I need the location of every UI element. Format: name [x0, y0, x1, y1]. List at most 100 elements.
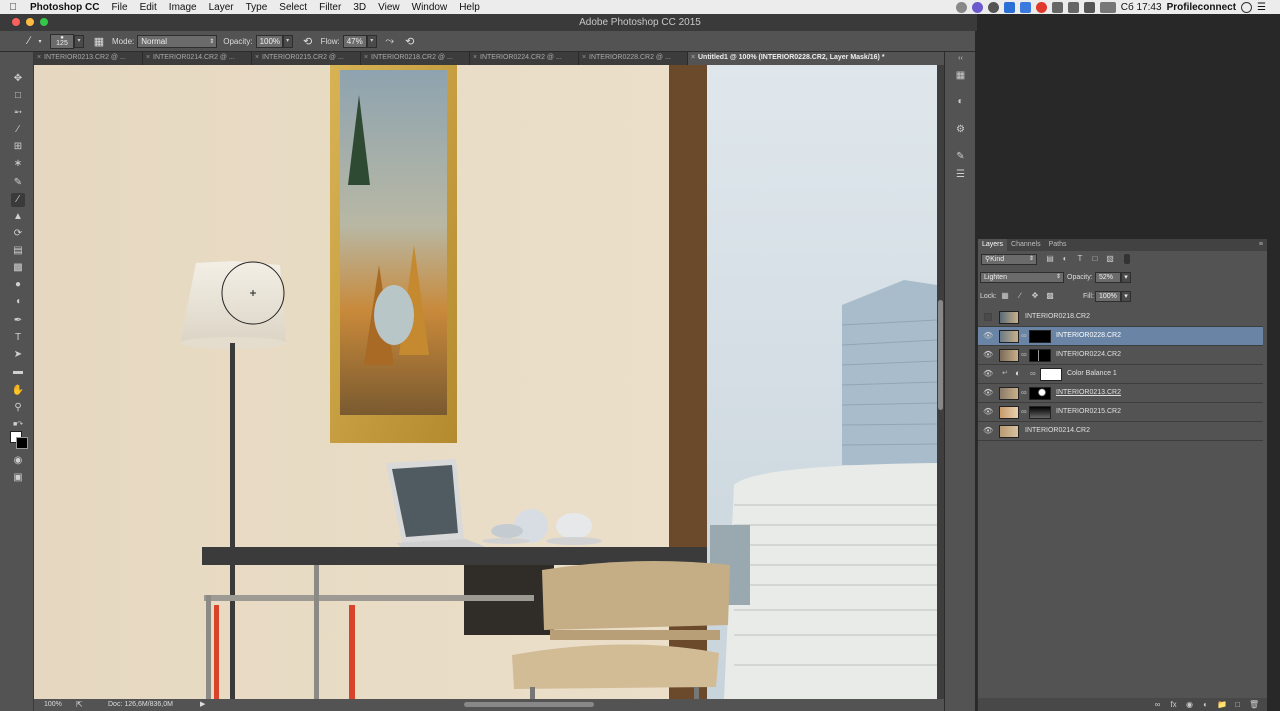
tab-interior0224[interactable]: × INTERIOR0224.CR2 @ ... [470, 52, 579, 65]
status-menu-arrow-icon[interactable]: ▶ [200, 700, 205, 708]
lock-position-icon[interactable]: ✥ [1030, 291, 1040, 301]
layer-mask-thumbnail[interactable] [1029, 330, 1051, 343]
paint-bucket-tool-icon[interactable]: ▩ [11, 261, 25, 275]
smart-object-filter-icon[interactable]: ▧ [1105, 254, 1115, 264]
layer-name[interactable]: Color Balance 1 [1067, 370, 1117, 377]
user-name[interactable]: Profileconnect [1167, 2, 1236, 13]
close-tab-icon[interactable]: × [582, 54, 586, 61]
layer-row[interactable]: 👁 ∞ INTERIOR0224.CR2 [978, 346, 1263, 365]
menu-file[interactable]: File [105, 2, 133, 13]
adjustments-panel-icon[interactable]: ◐ [954, 96, 967, 109]
tab-interior0213[interactable]: × INTERIOR0213.CR2 @ ... [34, 52, 143, 65]
quick-mask-icon[interactable]: ◉ [11, 454, 25, 468]
zoom-level[interactable]: 100% [44, 701, 62, 708]
layer-thumbnail[interactable] [999, 311, 1019, 324]
collapse-panels-icon[interactable]: ‹‹ [954, 55, 967, 68]
menu-edit[interactable]: Edit [134, 2, 163, 13]
layer-row[interactable]: 👁 ∞ INTERIOR0228.CR2 [978, 327, 1263, 346]
filter-kind-select[interactable]: ⚲Kind ⇕ [981, 254, 1037, 265]
preset-dropdown-icon[interactable]: ▾ [36, 38, 44, 45]
crop-tool-icon[interactable]: ⊞ [11, 140, 25, 154]
canvas-image[interactable] [34, 65, 937, 699]
layer-name[interactable]: INTERIOR0213.CR2 [1056, 389, 1121, 396]
tab-interior0218[interactable]: × INTERIOR0218.CR2 @ ... [361, 52, 470, 65]
properties-panel-icon[interactable]: ⚙ [954, 124, 967, 137]
pen-tool-icon[interactable]: ✒ [11, 314, 25, 328]
layer-name[interactable]: INTERIOR0224.CR2 [1056, 351, 1121, 358]
pressure-opacity-icon[interactable]: ⟲ [301, 35, 315, 48]
move-tool-icon[interactable]: ✥ [11, 72, 25, 86]
layer-opacity-dropdown[interactable]: ▾ [1121, 272, 1131, 283]
zoom-tool-icon[interactable]: ⚲ [11, 401, 25, 415]
menu-layer[interactable]: Layer [203, 2, 240, 13]
mode-select[interactable]: Normal ⇕ [137, 34, 218, 48]
layer-thumbnail[interactable] [999, 406, 1019, 419]
eye-icon[interactable]: 👁 [983, 426, 993, 436]
flow-input[interactable]: 47% [342, 34, 367, 48]
close-tab-icon[interactable]: × [255, 54, 259, 61]
layer-thumbnail[interactable] [999, 330, 1019, 343]
eye-icon[interactable]: 👁 [983, 350, 993, 360]
lasso-tool-icon[interactable]: ➵ [11, 106, 25, 120]
close-tab-icon[interactable]: × [364, 54, 368, 61]
history-brush-tool-icon[interactable]: ⟳ [11, 227, 25, 241]
layer-mask-thumbnail[interactable] [1029, 406, 1051, 419]
layer-name[interactable]: INTERIOR0218.CR2 [1025, 313, 1090, 320]
menu-window[interactable]: Window [406, 2, 454, 13]
horizontal-scroll-thumb[interactable] [464, 702, 594, 707]
share-icon[interactable]: ⇱ [76, 700, 83, 709]
default-colors-icon[interactable]: ■↷ [11, 418, 25, 432]
link-icon[interactable]: ∞ [1030, 369, 1036, 378]
menu-filter[interactable]: Filter [313, 2, 347, 13]
menu-help[interactable]: Help [453, 2, 486, 13]
dodge-tool-icon[interactable]: ◖ [11, 295, 25, 309]
bluetooth-icon[interactable] [1067, 1, 1079, 13]
pixel-filter-icon[interactable]: ▤ [1045, 254, 1055, 264]
layer-row[interactable]: INTERIOR0218.CR2 [978, 308, 1263, 327]
link-layers-icon[interactable]: ∞ [1153, 700, 1162, 709]
fill-input[interactable]: 100% [1095, 291, 1121, 302]
close-tab-icon[interactable]: × [37, 54, 41, 61]
link-icon[interactable]: ∞ [1021, 388, 1027, 397]
menu-image[interactable]: Image [163, 2, 203, 13]
brush-size-dropdown[interactable]: ▾ [74, 34, 84, 48]
panel-menu-icon[interactable]: ≡ [1255, 239, 1267, 251]
layer-thumbnail[interactable] [999, 425, 1019, 438]
opacity-dropdown[interactable]: ▾ [282, 34, 293, 48]
blur-tool-icon[interactable]: ● [11, 278, 25, 292]
background-color-swatch[interactable] [16, 437, 28, 449]
menu-app-name[interactable]: Photoshop CC [26, 2, 105, 13]
wifi-icon[interactable] [1083, 1, 1095, 13]
blend-mode-select[interactable]: Lighten ⇕ [980, 272, 1064, 283]
pressure-size-icon[interactable]: ⟲ [403, 35, 417, 48]
close-tab-icon[interactable]: × [146, 54, 150, 61]
rectangle-tool-icon[interactable]: ▬ [11, 365, 25, 379]
tab-paths[interactable]: Paths [1045, 239, 1071, 251]
menu-3d[interactable]: 3D [347, 2, 372, 13]
lock-pixels-icon[interactable]: ∕ [1015, 291, 1025, 301]
notification-icon[interactable] [971, 1, 983, 13]
brush-tool-icon[interactable]: ∕ [11, 193, 25, 207]
hand-tool-icon[interactable]: ✋ [11, 384, 25, 398]
new-layer-icon[interactable]: □ [1233, 700, 1242, 709]
menu-view[interactable]: View [372, 2, 406, 13]
healing-brush-tool-icon[interactable]: ✎ [11, 176, 25, 190]
tab-interior0215[interactable]: × INTERIOR0215.CR2 @ ... [252, 52, 361, 65]
app-icon[interactable] [1019, 1, 1031, 13]
tab-layers[interactable]: Layers [978, 239, 1008, 251]
brush-tool-preset-icon[interactable]: ∕ [22, 35, 36, 47]
brush-size-picker[interactable]: ● 125 [50, 33, 74, 49]
tab-channels[interactable]: Channels [1007, 239, 1045, 251]
layer-thumbnail[interactable] [999, 387, 1019, 400]
volume-icon[interactable] [1051, 1, 1063, 13]
eraser-tool-icon[interactable]: ▤ [11, 244, 25, 258]
skype-icon[interactable] [1003, 1, 1015, 13]
eye-icon[interactable]: 👁 [983, 388, 993, 398]
battery-icon[interactable] [1099, 1, 1116, 13]
clock[interactable]: Сб 17:43 [1121, 2, 1162, 13]
tab-interior0228[interactable]: × INTERIOR0228.CR2 @ ... [579, 52, 688, 65]
layer-row[interactable]: 👁 ∞ INTERIOR0215.CR2 [978, 403, 1263, 422]
brush-presets-icon[interactable]: ✎ [954, 151, 967, 164]
close-circle-icon[interactable] [987, 1, 999, 13]
new-adjustment-icon[interactable]: ◐ [1201, 700, 1210, 709]
